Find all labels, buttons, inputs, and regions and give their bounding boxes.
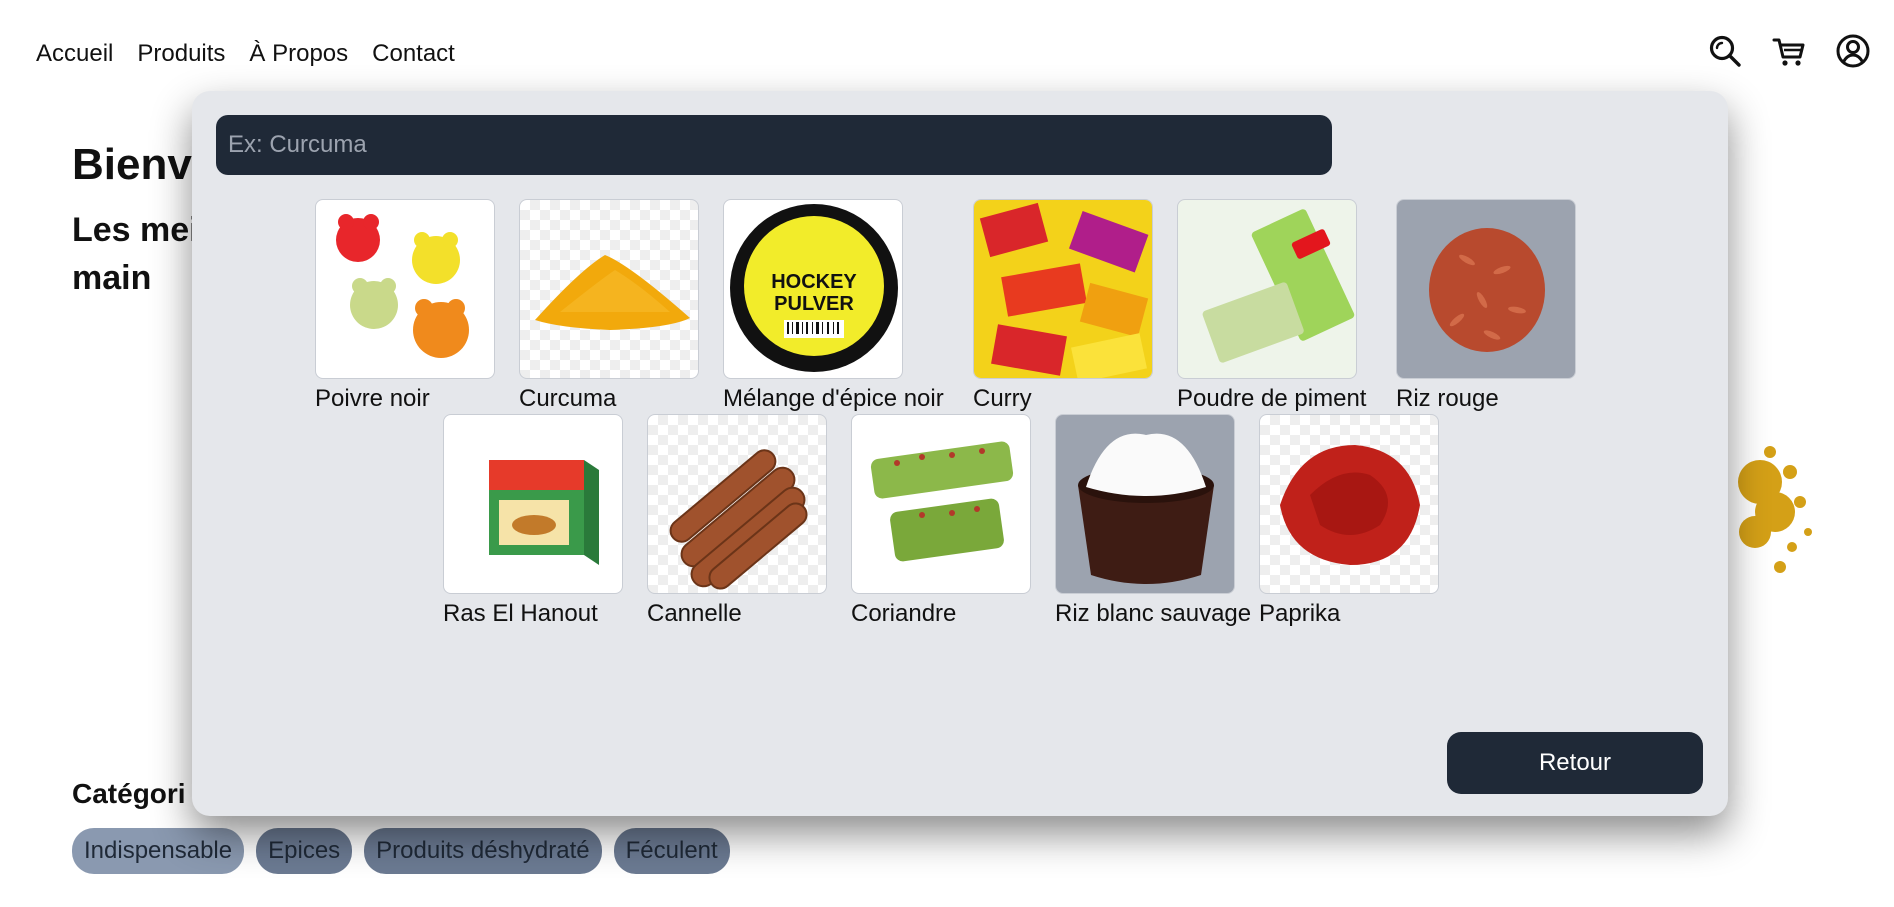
nav-link-produits[interactable]: Produits — [137, 40, 225, 68]
search-icon[interactable] — [1708, 34, 1742, 68]
product-card[interactable]: Riz rouge — [1396, 199, 1636, 413]
product-name: Paprika — [1259, 600, 1341, 627]
product-image: HOCKEY PULVER — [723, 199, 903, 379]
product-name: Riz rouge — [1396, 385, 1499, 412]
nav-link-contact[interactable]: Contact — [372, 40, 455, 68]
product-image — [1259, 414, 1439, 594]
back-button[interactable]: Retour — [1447, 732, 1703, 794]
product-name: Mélange d'épice noir — [723, 385, 944, 412]
chip-indispensable[interactable]: Indispensable — [72, 828, 245, 874]
product-image — [519, 199, 699, 379]
product-image — [443, 414, 623, 594]
product-image — [1396, 199, 1576, 379]
product-image — [1177, 199, 1357, 379]
chip-produits-deshydrate[interactable]: Produits déshydraté — [364, 828, 602, 874]
search-input[interactable] — [216, 115, 1332, 175]
search-modal: Poivre noir Curcuma HOCKEYPULVER Mélange… — [192, 91, 1728, 816]
product-image — [315, 199, 495, 379]
svg-text:HOCKEY: HOCKEY — [771, 271, 857, 293]
svg-text:PULVER: PULVER — [774, 293, 854, 315]
product-card[interactable]: HOCKEY PULVER Mélange d'épice noir — [723, 199, 963, 413]
product-image — [851, 414, 1031, 594]
nav-link-accueil[interactable]: Accueil — [36, 40, 113, 68]
spice-pile-image — [1738, 446, 1812, 573]
chip-epices[interactable]: Epices — [256, 828, 353, 874]
chip-feculent[interactable]: Féculent — [613, 828, 730, 874]
product-card[interactable]: Paprika — [1259, 414, 1499, 628]
nav-icons — [1708, 34, 1870, 68]
nav-link-a-propos[interactable]: À Propos — [249, 40, 348, 68]
categories-title: Catégori — [72, 778, 186, 809]
product-card[interactable]: Poudre de piment — [1177, 199, 1417, 413]
product-image — [1055, 414, 1235, 594]
nav-links: Accueil Produits À Propos Contact — [36, 40, 455, 68]
category-chips: Indispensable Epices Produits déshydraté… — [72, 828, 730, 874]
product-image — [973, 199, 1153, 379]
product-name: Poudre de piment — [1177, 385, 1367, 412]
hero-title: Bienv — [72, 140, 192, 189]
product-image — [647, 414, 827, 594]
account-icon[interactable] — [1836, 34, 1870, 68]
cart-icon[interactable] — [1772, 34, 1806, 68]
